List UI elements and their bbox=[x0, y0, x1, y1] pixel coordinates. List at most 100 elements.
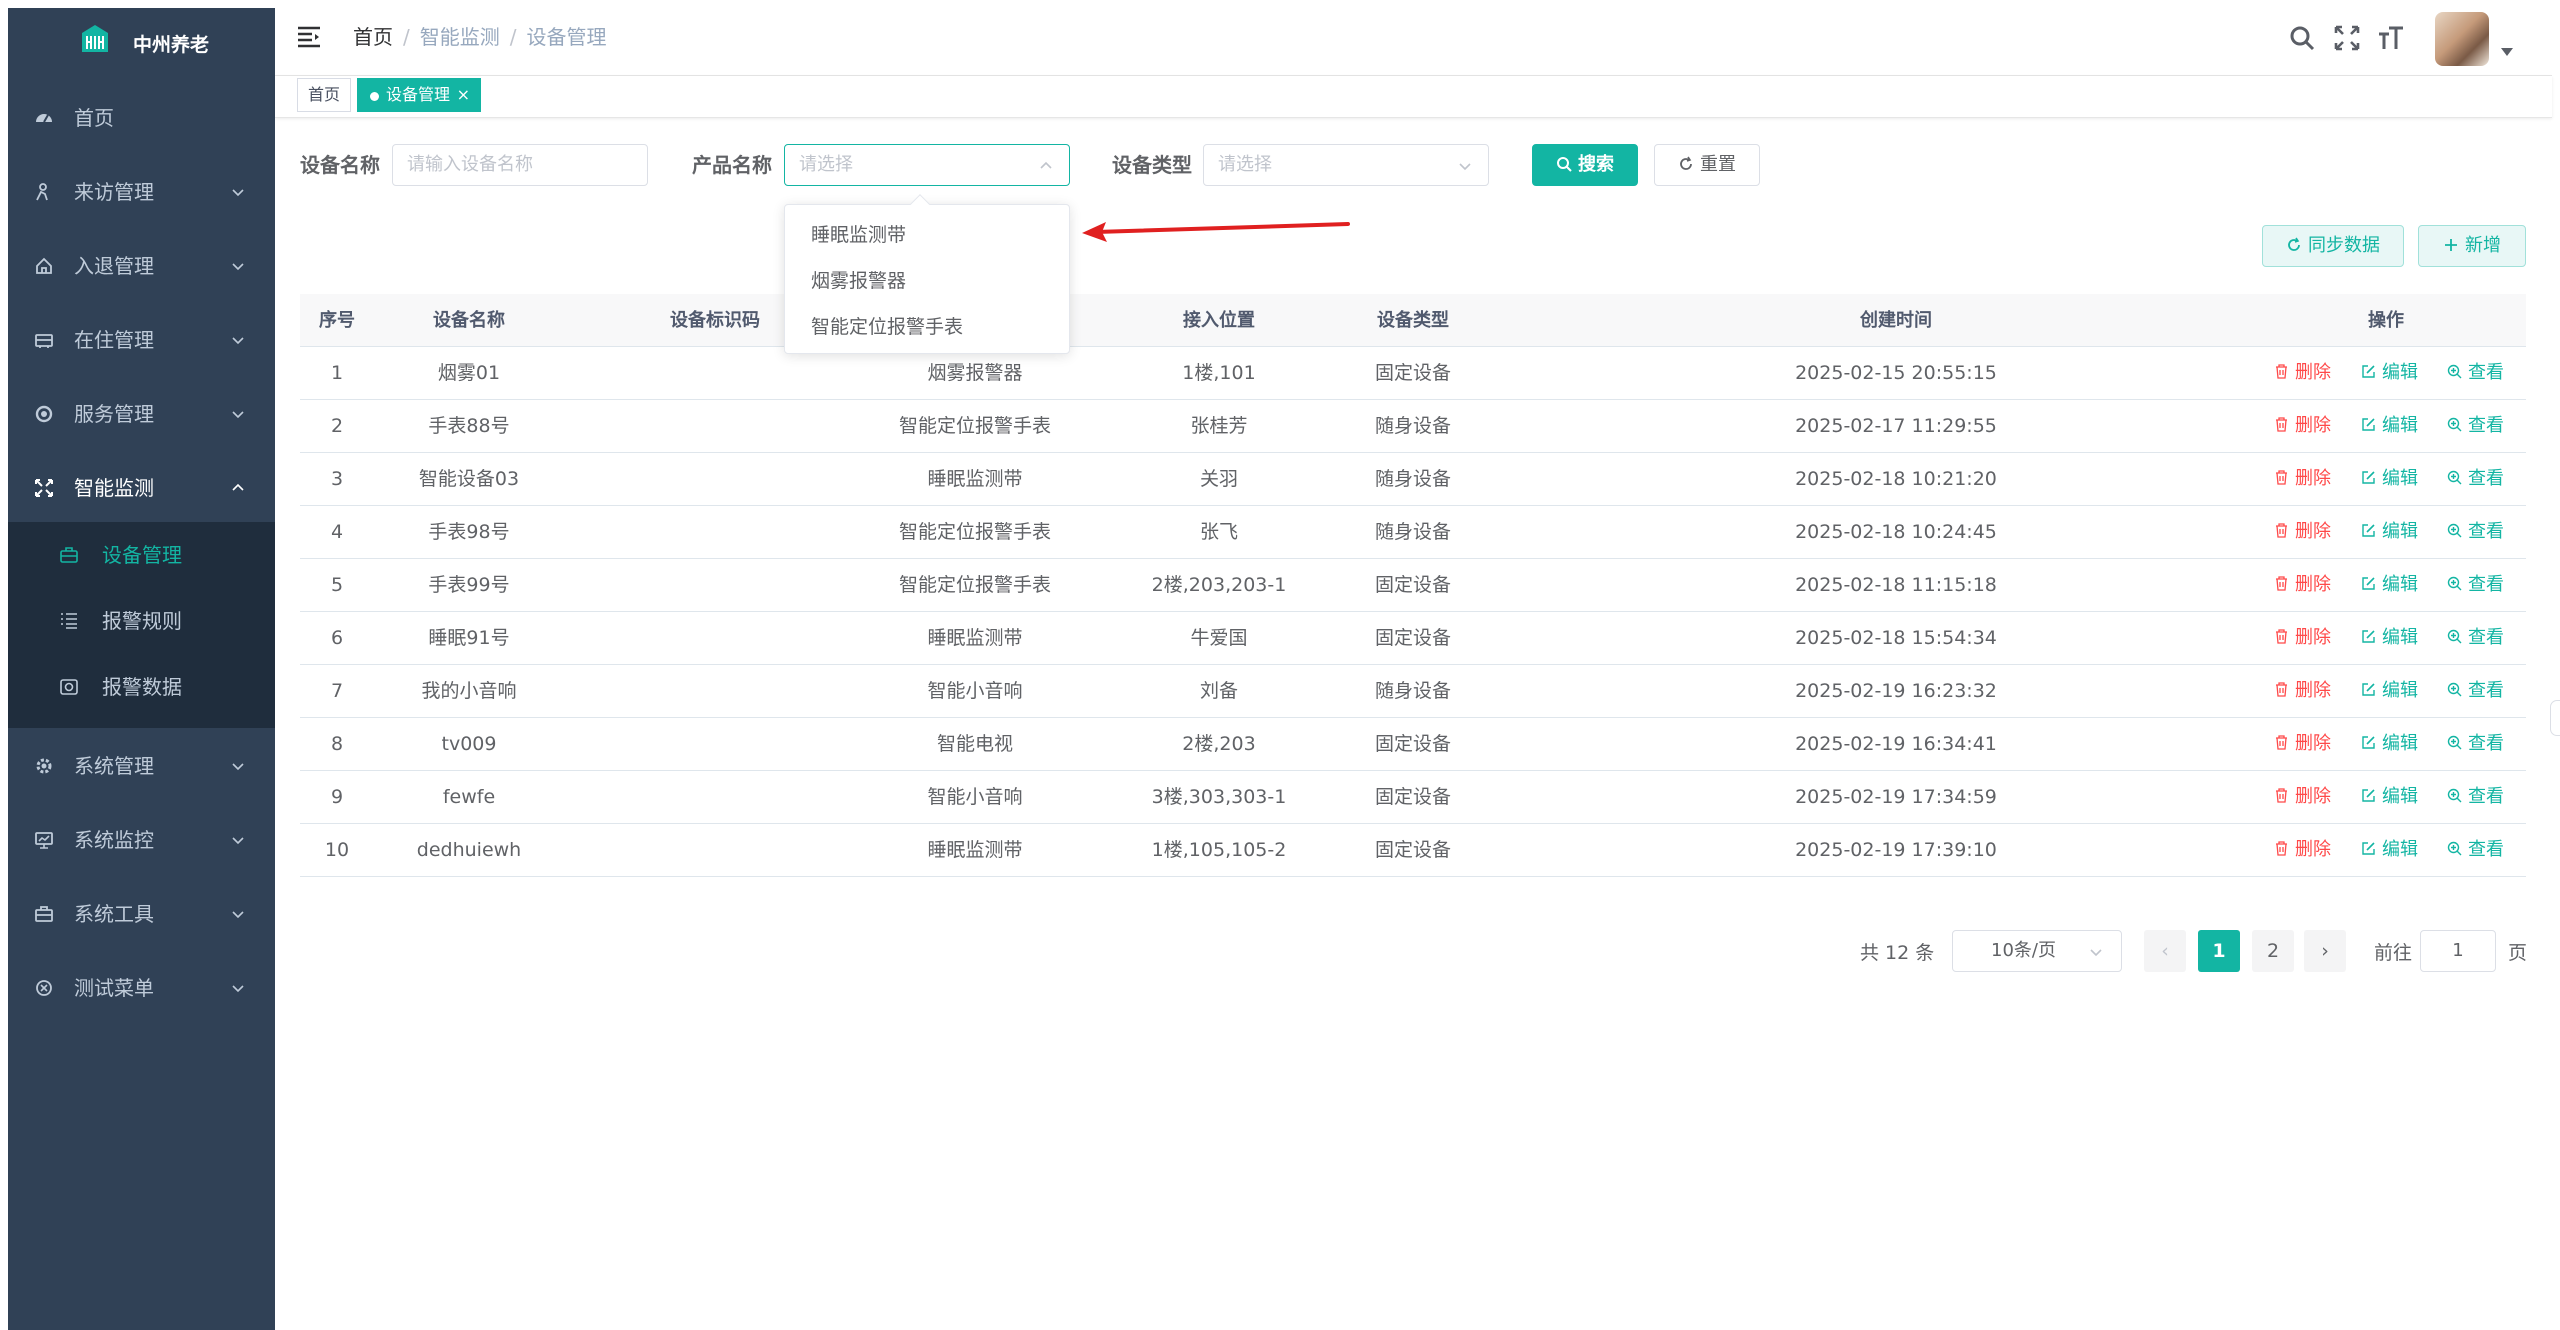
cell-location: 3楼,303,303-1 bbox=[1151, 786, 1287, 808]
view-label: 查看 bbox=[2468, 733, 2504, 754]
view-label: 查看 bbox=[2468, 839, 2504, 860]
caret-down-icon[interactable] bbox=[2501, 48, 2513, 56]
search-icon[interactable] bbox=[2288, 24, 2316, 52]
dropdown-option-smoke-alarm[interactable]: 烟雾报警器 bbox=[811, 267, 906, 295]
breadcrumb-home[interactable]: 首页 bbox=[353, 25, 393, 49]
delete-button[interactable]: 删除 bbox=[2274, 665, 2331, 718]
edit-icon bbox=[2362, 524, 2375, 537]
sidebar-item-device-management[interactable]: 设备管理 bbox=[8, 522, 275, 588]
delete-label: 删除 bbox=[2295, 680, 2331, 701]
search-button[interactable]: 搜索 bbox=[1532, 144, 1638, 186]
edit-button[interactable]: 编辑 bbox=[2361, 559, 2418, 612]
cell-name: 手表99号 bbox=[428, 574, 510, 596]
delete-button[interactable]: 删除 bbox=[2274, 559, 2331, 612]
view-button[interactable]: 查看 bbox=[2447, 771, 2504, 824]
table-row: 7 我的小音响 智能小音响 刘备 随身设备 2025-02-19 16:23:32 删除 编辑… bbox=[300, 665, 2526, 718]
edit-button[interactable]: 编辑 bbox=[2361, 506, 2418, 559]
view-button[interactable]: 查看 bbox=[2447, 453, 2504, 506]
sidebar-item-alarm-rules[interactable]: 报警规则 bbox=[8, 588, 275, 654]
view-label: 查看 bbox=[2468, 627, 2504, 648]
cell-name: 睡眠91号 bbox=[428, 627, 510, 649]
logo-icon bbox=[82, 25, 108, 52]
delete-button[interactable]: 删除 bbox=[2274, 453, 2331, 506]
zoom-in-icon bbox=[2447, 841, 2462, 856]
app-title: 中州养老 bbox=[133, 34, 210, 56]
edit-button[interactable]: 编辑 bbox=[2361, 400, 2418, 453]
sidebar-item-system-tools[interactable]: 系统工具 bbox=[8, 876, 275, 950]
edit-icon bbox=[2362, 789, 2375, 802]
dropdown-option-sleep-belt[interactable]: 睡眠监测带 bbox=[811, 221, 906, 249]
screen-icon bbox=[35, 832, 53, 849]
sidebar-item-system[interactable]: 系统管理 bbox=[8, 728, 275, 802]
sidebar-item-home[interactable]: 首页 bbox=[8, 80, 275, 154]
scroll-handle[interactable] bbox=[2550, 700, 2560, 736]
cell-type: 固定设备 bbox=[1374, 733, 1451, 755]
cell-code bbox=[610, 665, 820, 718]
sidebar-item-alarm-data[interactable]: 报警数据 bbox=[8, 654, 275, 720]
prev-page-button[interactable]: ‹ bbox=[2144, 930, 2186, 972]
font-size-icon[interactable] bbox=[2377, 24, 2405, 52]
edit-button[interactable]: 编辑 bbox=[2361, 347, 2418, 400]
tag-device-management[interactable]: 设备管理 × bbox=[357, 78, 482, 112]
edit-label: 编辑 bbox=[2382, 468, 2418, 489]
delete-button[interactable]: 删除 bbox=[2274, 506, 2331, 559]
sidebar-item-visit[interactable]: 来访管理 bbox=[8, 154, 275, 228]
delete-button[interactable]: 删除 bbox=[2274, 718, 2331, 771]
page-size-select[interactable]: 10条/页 bbox=[1952, 930, 2122, 972]
delete-button[interactable]: 删除 bbox=[2274, 400, 2331, 453]
add-button[interactable]: 新增 bbox=[2418, 225, 2526, 267]
sidebar-item-resident[interactable]: 在住管理 bbox=[8, 302, 275, 376]
view-button[interactable]: 查看 bbox=[2447, 559, 2504, 612]
sync-data-button[interactable]: 同步数据 bbox=[2262, 225, 2404, 267]
page-size-value: 10条/页 bbox=[1991, 940, 2056, 961]
chevron-down-icon bbox=[1459, 163, 1471, 171]
menu-toggle-icon[interactable] bbox=[297, 26, 321, 48]
dropdown-option-gps-watch[interactable]: 智能定位报警手表 bbox=[811, 313, 963, 341]
delete-button[interactable]: 删除 bbox=[2274, 612, 2331, 665]
delete-button[interactable]: 删除 bbox=[2274, 824, 2331, 877]
view-button[interactable]: 查看 bbox=[2447, 400, 2504, 453]
device-name-input[interactable]: 请输入设备名称 bbox=[392, 144, 648, 186]
edit-button[interactable]: 编辑 bbox=[2361, 453, 2418, 506]
sidebar-item-service[interactable]: 服务管理 bbox=[8, 376, 275, 450]
sidebar-item-system-monitor[interactable]: 系统监控 bbox=[8, 802, 275, 876]
cell-no: 2 bbox=[330, 415, 344, 437]
tag-home[interactable]: 首页 bbox=[297, 78, 352, 112]
sidebar-item-test-menu[interactable]: 测试菜单 bbox=[8, 950, 275, 1024]
table-row: 2 手表88号 智能定位报警手表 张桂芳 随身设备 2025-02-17 11:29:55… bbox=[300, 400, 2526, 453]
next-page-button[interactable]: › bbox=[2304, 930, 2346, 972]
edit-button[interactable]: 编辑 bbox=[2361, 665, 2418, 718]
product-name-select[interactable]: 请选择 bbox=[784, 144, 1070, 186]
device-type-select[interactable]: 请选择 bbox=[1203, 144, 1489, 186]
page-button-1[interactable]: 1 bbox=[2198, 930, 2240, 972]
edit-button[interactable]: 编辑 bbox=[2361, 718, 2418, 771]
view-button[interactable]: 查看 bbox=[2447, 347, 2504, 400]
avatar[interactable] bbox=[2435, 12, 2489, 66]
edit-button[interactable]: 编辑 bbox=[2361, 824, 2418, 877]
sidebar-item-monitor[interactable]: 智能监测 bbox=[8, 450, 275, 524]
close-icon[interactable]: × bbox=[457, 79, 470, 111]
cell-created: 2025-02-19 16:34:41 bbox=[1795, 733, 1997, 755]
cell-created: 2025-02-19 17:39:10 bbox=[1795, 839, 1997, 861]
reset-button[interactable]: 重置 bbox=[1654, 144, 1760, 186]
sidebar-item-checkin[interactable]: 入退管理 bbox=[8, 228, 275, 302]
view-button[interactable]: 查看 bbox=[2447, 824, 2504, 877]
page-button-2[interactable]: 2 bbox=[2252, 930, 2294, 972]
cell-created: 2025-02-19 17:34:59 bbox=[1795, 786, 1997, 808]
view-button[interactable]: 查看 bbox=[2447, 718, 2504, 771]
view-button[interactable]: 查看 bbox=[2447, 612, 2504, 665]
edit-button[interactable]: 编辑 bbox=[2361, 612, 2418, 665]
fullscreen-icon[interactable] bbox=[2333, 24, 2361, 52]
view-button[interactable]: 查看 bbox=[2447, 665, 2504, 718]
delete-button[interactable]: 删除 bbox=[2274, 347, 2331, 400]
search-button-label: 搜索 bbox=[1578, 154, 1614, 175]
edit-button[interactable]: 编辑 bbox=[2361, 771, 2418, 824]
goto-page-input[interactable]: 1 bbox=[2420, 930, 2496, 972]
logo[interactable]: 中州养老 bbox=[8, 8, 275, 68]
trash-icon bbox=[2276, 788, 2287, 803]
refresh-icon bbox=[2288, 237, 2300, 251]
sidebar-item-label: 测试菜单 bbox=[74, 976, 154, 1000]
submenu-item-label: 报警规则 bbox=[102, 609, 182, 633]
view-button[interactable]: 查看 bbox=[2447, 506, 2504, 559]
delete-button[interactable]: 删除 bbox=[2274, 771, 2331, 824]
